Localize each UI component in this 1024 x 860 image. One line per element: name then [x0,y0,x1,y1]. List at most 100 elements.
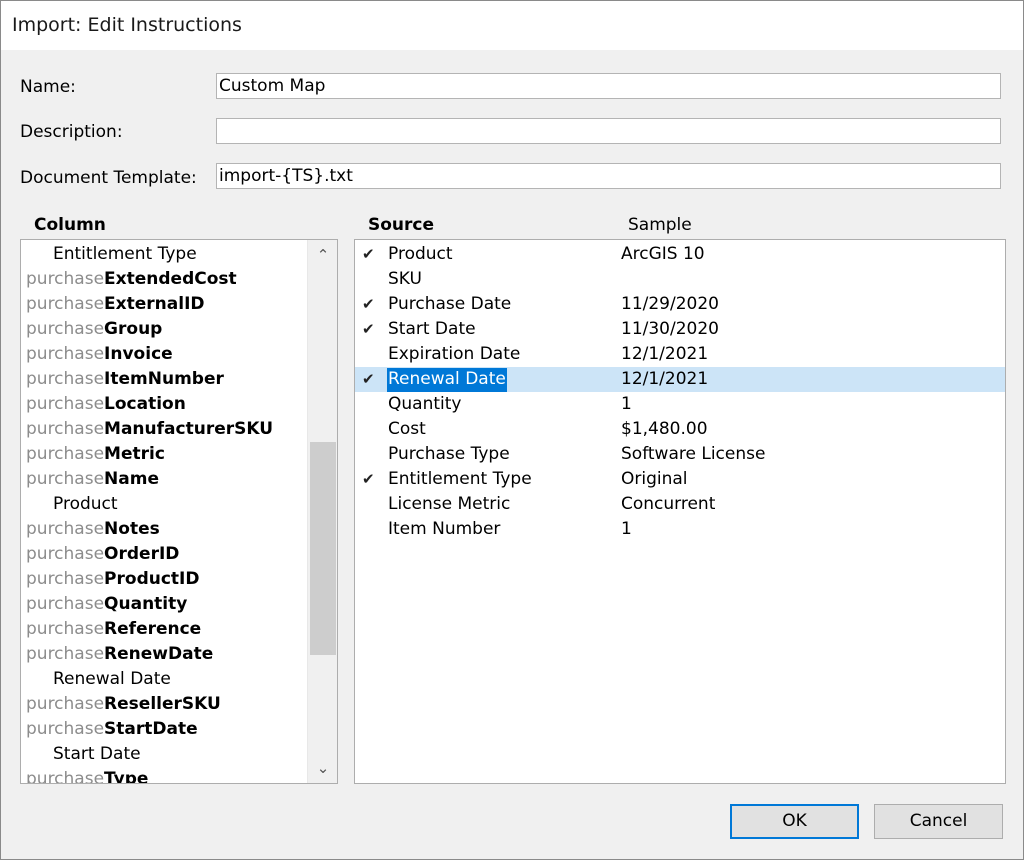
source-name: Quantity [388,394,462,414]
source-row[interactable]: ✔ Entitlement Type Original [355,467,1005,492]
sample-value: 12/1/2021 [621,344,709,364]
check-icon: ✔ [362,470,375,488]
column-list-item[interactable]: Entitlement Type [21,242,308,267]
column-list-item[interactable]: purchaseMetric [21,442,308,467]
column-field-name: ResellerSKU [104,694,221,714]
sample-value: $1,480.00 [621,419,708,439]
column-list-item[interactable]: purchaseLocation [21,392,308,417]
column-field-name: Name [104,469,159,489]
name-label: Name: [20,77,76,97]
column-list-item[interactable]: purchaseStartDate [21,717,308,742]
column-list-item[interactable]: purchaseOrderID [21,542,308,567]
column-list-items: Entitlement Type purchaseExtendedCost purc… [21,242,308,784]
source-name: Cost [388,419,426,439]
sample-value: Concurrent [621,494,716,514]
column-prefix: purchase [26,419,105,439]
source-name: Purchase Type [388,444,510,464]
source-row[interactable]: Purchase Type Software License [355,442,1005,467]
column-field-name: Location [104,394,186,414]
source-row[interactable]: Quantity 1 [355,392,1005,417]
column-list-item[interactable]: Renewal Date [21,667,308,692]
source-row[interactable]: License Metric Concurrent [355,492,1005,517]
source-name: SKU [388,269,422,289]
column-list-item[interactable]: Start Date [21,742,308,767]
column-list-item[interactable]: purchaseResellerSKU [21,692,308,717]
column-prefix: purchase [26,294,105,314]
column-field-name: Quantity [104,594,188,614]
column-list-item[interactable]: purchaseReference [21,617,308,642]
title-bar: Import: Edit Instructions [0,0,1024,50]
source-header: Source [368,215,435,235]
source-list[interactable]: ✔ Product ArcGIS 10 SKU ✔ Purchase Date 11/29/… [354,239,1006,784]
name-input[interactable] [216,73,1001,99]
sample-value: 11/29/2020 [621,294,719,314]
column-child-label: Product [53,494,118,514]
column-field-name: OrderID [104,544,180,564]
source-name: Entitlement Type [388,469,532,489]
cancel-button[interactable]: Cancel [874,804,1003,839]
scroll-down-icon[interactable]: ⌄ [308,755,337,781]
check-icon: ✔ [362,295,375,313]
column-field-name: ExtendedCost [104,269,237,289]
column-field-name: Reference [104,619,202,639]
source-row[interactable]: ✔ Purchase Date 11/29/2020 [355,292,1005,317]
description-input[interactable] [216,118,1001,144]
source-row[interactable]: Expiration Date 12/1/2021 [355,342,1005,367]
column-list-item[interactable]: purchaseManufacturerSKU [21,417,308,442]
source-row[interactable]: SKU [355,267,1005,292]
column-list-item[interactable]: purchaseItemNumber [21,367,308,392]
column-list-scrollbar[interactable]: ⌃ ⌄ [307,240,337,783]
column-prefix: purchase [26,544,105,564]
scroll-up-icon[interactable]: ⌃ [308,242,337,268]
column-list-item[interactable]: purchaseProductID [21,567,308,592]
column-list[interactable]: Entitlement Type purchaseExtendedCost purc… [20,239,338,784]
sample-value: ArcGIS 10 [621,244,705,264]
column-child-label: Entitlement Type [53,244,197,264]
column-list-item[interactable]: purchaseGroup [21,317,308,342]
check-icon: ✔ [362,245,375,263]
sample-value: 1 [621,519,632,539]
source-name: Purchase Date [388,294,512,314]
window-title: Import: Edit Instructions [12,14,242,36]
ok-button[interactable]: OK [730,804,859,839]
column-prefix: purchase [26,769,105,784]
column-prefix: purchase [26,719,105,739]
column-list-item[interactable]: purchaseQuantity [21,592,308,617]
column-prefix: purchase [26,369,105,389]
column-list-item[interactable]: Product [21,492,308,517]
scroll-thumb[interactable] [310,442,336,655]
source-row[interactable]: ✔ Renewal Date 12/1/2021 [355,367,1005,392]
column-prefix: purchase [26,469,105,489]
description-label: Description: [20,122,123,142]
column-list-item[interactable]: purchaseRenewDate [21,642,308,667]
column-list-item[interactable]: purchaseExternalID [21,292,308,317]
column-list-item[interactable]: purchaseName [21,467,308,492]
column-field-name: Type [104,769,149,784]
column-list-item[interactable]: purchaseType [21,767,308,784]
source-name: Product [388,244,453,264]
document-template-label: Document Template: [20,168,197,188]
column-header: Column [34,215,106,235]
column-prefix: purchase [26,594,105,614]
column-field-name: RenewDate [104,644,214,664]
column-list-item[interactable]: purchaseExtendedCost [21,267,308,292]
column-child-label: Renewal Date [53,669,171,689]
column-prefix: purchase [26,344,105,364]
source-row[interactable]: ✔ Product ArcGIS 10 [355,242,1005,267]
check-icon: ✔ [362,320,375,338]
document-template-input[interactable] [216,163,1001,189]
sample-value: 1 [621,394,632,414]
source-name: License Metric [388,494,511,514]
check-icon: ✔ [362,370,375,388]
column-list-item[interactable]: purchaseInvoice [21,342,308,367]
source-name: Item Number [388,519,501,539]
column-prefix: purchase [26,644,105,664]
column-field-name: Metric [104,444,165,464]
source-row[interactable]: ✔ Start Date 11/30/2020 [355,317,1005,342]
source-row[interactable]: Item Number 1 [355,517,1005,542]
source-row[interactable]: Cost $1,480.00 [355,417,1005,442]
column-prefix: purchase [26,619,105,639]
source-name: Renewal Date [387,368,507,392]
column-list-item[interactable]: purchaseNotes [21,517,308,542]
sample-header: Sample [628,215,692,235]
